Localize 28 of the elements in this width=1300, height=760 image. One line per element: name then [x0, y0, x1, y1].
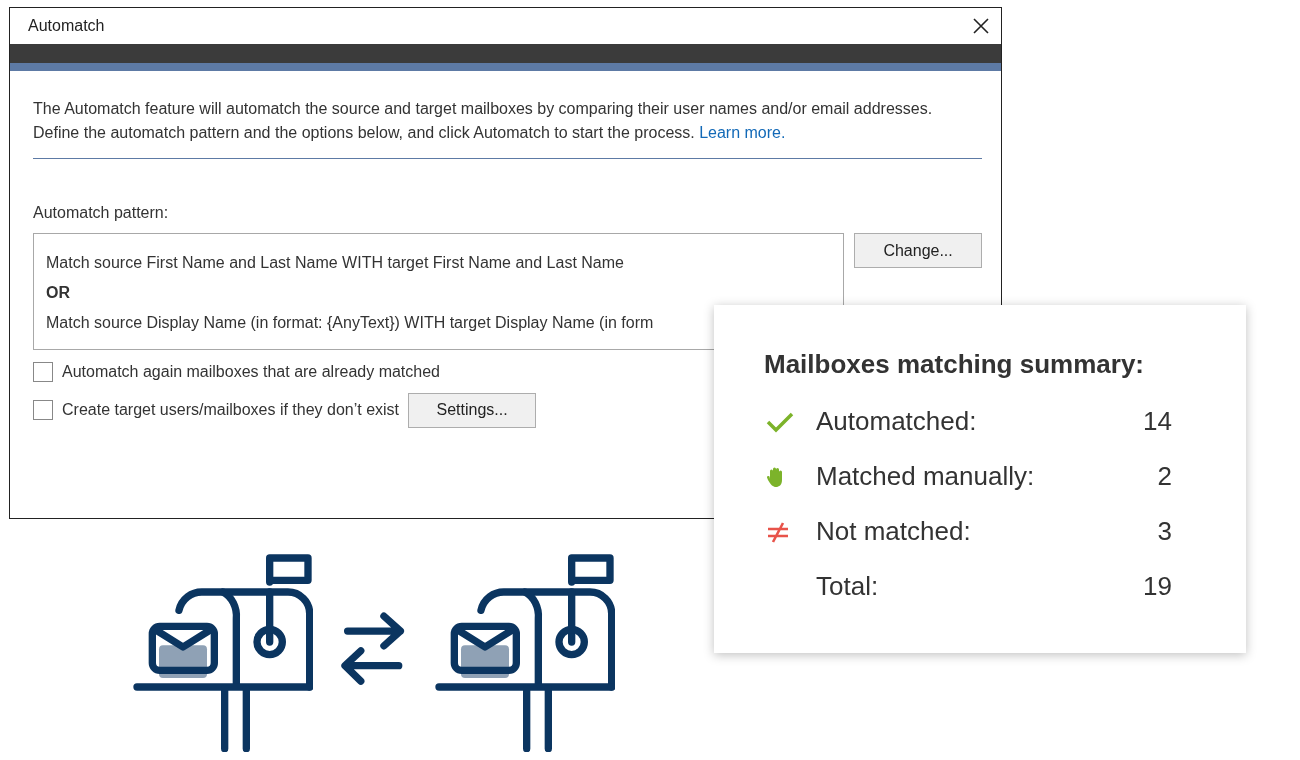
change-button[interactable]: Change... — [854, 233, 982, 268]
summary-label: Matched manually: — [816, 461, 1036, 492]
checkbox-label: Create target users/mailboxes if they don’t exist — [62, 401, 400, 419]
summary-label: Not matched: — [816, 516, 972, 547]
summary-count: 2 — [1157, 461, 1172, 492]
summary-title: Mailboxes matching summary: — [764, 349, 1145, 380]
checkbox-label: Automatch again mailboxes that are already matched — [62, 363, 440, 381]
description-text: The Automatch feature will automatch the source and target mailboxes by comparing their user names and/or email addresses. Define the automatch pattern and the options below, and click Automatch to start the process. Learn more. — [33, 99, 934, 143]
mailbox-icon — [133, 552, 313, 752]
pattern-label: Automatch pattern: — [33, 204, 170, 222]
summary-count: 19 — [1143, 571, 1172, 602]
mailbox-icon — [435, 552, 615, 752]
window-title: Automatch — [28, 17, 105, 35]
pattern-rule: Match source Display Name (in format: {AnyText}) WITH target Display Name (in form — [46, 313, 655, 333]
summary-label: Total: — [816, 571, 880, 602]
pattern-operator: OR — [46, 283, 71, 303]
not-equal-icon — [766, 520, 790, 543]
checkmark-icon — [766, 410, 794, 433]
checkbox[interactable] — [33, 362, 53, 382]
summary-count: 14 — [1143, 406, 1172, 437]
settings-button[interactable]: Settings... — [408, 392, 537, 428]
checkbox[interactable] — [33, 400, 53, 420]
pattern-rule: Match source First Name and Last Name WITH target First Name and Last Name — [46, 253, 625, 273]
swap-arrows-icon — [341, 612, 407, 688]
summary-count: 3 — [1157, 516, 1172, 547]
learn-more-link[interactable]: Learn more. — [699, 123, 786, 141]
close-icon[interactable] — [973, 18, 989, 34]
summary-label: Automatched: — [816, 406, 978, 437]
